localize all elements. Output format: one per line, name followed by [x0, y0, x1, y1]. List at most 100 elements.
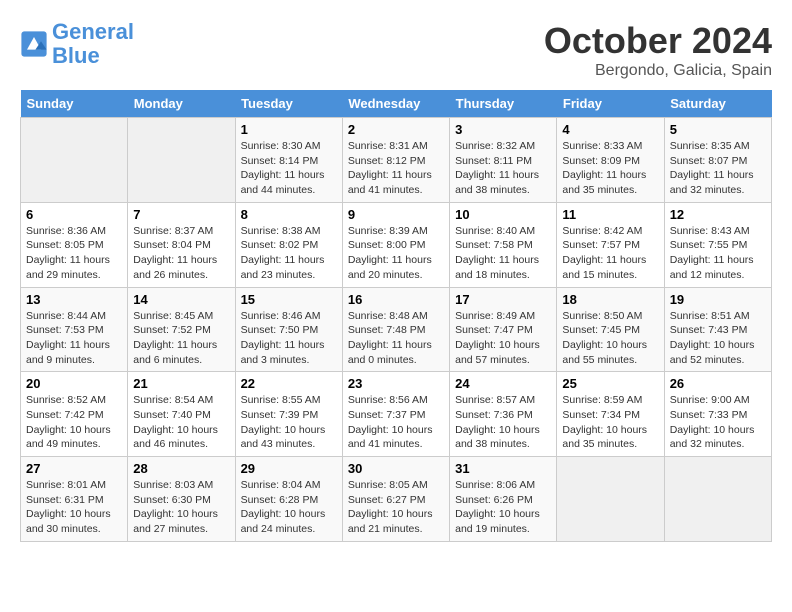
day-info: Sunrise: 8:35 AM Sunset: 8:07 PM Dayligh… [670, 139, 766, 198]
day-info: Sunrise: 8:46 AM Sunset: 7:50 PM Dayligh… [241, 309, 337, 368]
day-cell: 2 Sunrise: 8:31 AM Sunset: 8:12 PM Daylig… [342, 118, 449, 203]
day-number: 15 [241, 292, 337, 307]
day-number: 6 [26, 207, 122, 222]
day-number: 5 [670, 122, 766, 137]
day-number: 16 [348, 292, 444, 307]
day-info: Sunrise: 8:48 AM Sunset: 7:48 PM Dayligh… [348, 309, 444, 368]
day-cell: 21 Sunrise: 8:54 AM Sunset: 7:40 PM Dayli… [128, 372, 235, 457]
day-number: 18 [562, 292, 658, 307]
page-header: General Blue October 2024 Bergondo, Gali… [20, 20, 772, 80]
weekday-header-thursday: Thursday [450, 90, 557, 118]
day-info: Sunrise: 8:03 AM Sunset: 6:30 PM Dayligh… [133, 478, 229, 537]
day-cell [128, 118, 235, 203]
day-number: 30 [348, 461, 444, 476]
day-number: 11 [562, 207, 658, 222]
weekday-header-tuesday: Tuesday [235, 90, 342, 118]
day-number: 29 [241, 461, 337, 476]
weekday-header-sunday: Sunday [21, 90, 128, 118]
day-info: Sunrise: 8:42 AM Sunset: 7:57 PM Dayligh… [562, 224, 658, 283]
day-number: 2 [348, 122, 444, 137]
day-cell: 25Sunrise: 8:59 AM Sunset: 7:34 PM Dayli… [557, 372, 664, 457]
day-info: Sunrise: 8:32 AM Sunset: 8:11 PM Dayligh… [455, 139, 551, 198]
day-number: 1 [241, 122, 337, 137]
day-cell: 17 Sunrise: 8:49 AM Sunset: 7:47 PM Dayli… [450, 287, 557, 372]
weekday-header-saturday: Saturday [664, 90, 771, 118]
day-cell: 1Sunrise: 8:30 AM Sunset: 8:14 PM Daylig… [235, 118, 342, 203]
location: Bergondo, Galicia, Spain [544, 62, 772, 80]
day-info: Sunrise: 8:06 AM Sunset: 6:26 PM Dayligh… [455, 478, 551, 537]
day-cell: 23 Sunrise: 8:56 AM Sunset: 7:37 PM Dayli… [342, 372, 449, 457]
day-cell: 18Sunrise: 8:50 AM Sunset: 7:45 PM Dayli… [557, 287, 664, 372]
weekday-header-row: SundayMondayTuesdayWednesdayThursdayFrid… [21, 90, 772, 118]
day-info: Sunrise: 8:39 AM Sunset: 8:00 PM Dayligh… [348, 224, 444, 283]
day-number: 28 [133, 461, 229, 476]
calendar-table: SundayMondayTuesdayWednesdayThursdayFrid… [20, 90, 772, 542]
week-row-2: 6 Sunrise: 8:36 AM Sunset: 8:05 PM Daylig… [21, 202, 772, 287]
day-cell: 9 Sunrise: 8:39 AM Sunset: 8:00 PM Daylig… [342, 202, 449, 287]
day-info: Sunrise: 8:31 AM Sunset: 8:12 PM Dayligh… [348, 139, 444, 198]
day-cell: 10 Sunrise: 8:40 AM Sunset: 7:58 PM Dayli… [450, 202, 557, 287]
day-cell [21, 118, 128, 203]
week-row-3: 13Sunrise: 8:44 AM Sunset: 7:53 PM Dayli… [21, 287, 772, 372]
day-info: Sunrise: 8:01 AM Sunset: 6:31 PM Dayligh… [26, 478, 122, 537]
logo-line2: Blue [52, 43, 100, 68]
week-row-4: 20 Sunrise: 8:52 AM Sunset: 7:42 PM Dayli… [21, 372, 772, 457]
day-number: 24 [455, 376, 551, 391]
day-cell: 29 Sunrise: 8:04 AM Sunset: 6:28 PM Dayli… [235, 457, 342, 542]
day-info: Sunrise: 8:33 AM Sunset: 8:09 PM Dayligh… [562, 139, 658, 198]
day-number: 10 [455, 207, 551, 222]
weekday-header-monday: Monday [128, 90, 235, 118]
day-cell: 28 Sunrise: 8:03 AM Sunset: 6:30 PM Dayli… [128, 457, 235, 542]
day-number: 21 [133, 376, 229, 391]
day-cell: 22 Sunrise: 8:55 AM Sunset: 7:39 PM Dayli… [235, 372, 342, 457]
day-info: Sunrise: 8:45 AM Sunset: 7:52 PM Dayligh… [133, 309, 229, 368]
logo-icon [20, 30, 48, 58]
day-cell: 6 Sunrise: 8:36 AM Sunset: 8:05 PM Daylig… [21, 202, 128, 287]
day-info: Sunrise: 8:36 AM Sunset: 8:05 PM Dayligh… [26, 224, 122, 283]
day-info: Sunrise: 8:57 AM Sunset: 7:36 PM Dayligh… [455, 393, 551, 452]
weekday-header-friday: Friday [557, 90, 664, 118]
day-cell: 4 Sunrise: 8:33 AM Sunset: 8:09 PM Daylig… [557, 118, 664, 203]
day-number: 17 [455, 292, 551, 307]
day-info: Sunrise: 8:38 AM Sunset: 8:02 PM Dayligh… [241, 224, 337, 283]
month-title: October 2024 [544, 20, 772, 62]
day-info: Sunrise: 8:49 AM Sunset: 7:47 PM Dayligh… [455, 309, 551, 368]
day-cell: 5 Sunrise: 8:35 AM Sunset: 8:07 PM Daylig… [664, 118, 771, 203]
day-number: 13 [26, 292, 122, 307]
day-number: 3 [455, 122, 551, 137]
day-info: Sunrise: 8:52 AM Sunset: 7:42 PM Dayligh… [26, 393, 122, 452]
day-number: 12 [670, 207, 766, 222]
day-cell: 27Sunrise: 8:01 AM Sunset: 6:31 PM Dayli… [21, 457, 128, 542]
title-area: October 2024 Bergondo, Galicia, Spain [544, 20, 772, 80]
day-cell: 24 Sunrise: 8:57 AM Sunset: 7:36 PM Dayli… [450, 372, 557, 457]
day-info: Sunrise: 8:43 AM Sunset: 7:55 PM Dayligh… [670, 224, 766, 283]
logo-line1: General [52, 19, 134, 44]
day-number: 22 [241, 376, 337, 391]
day-number: 14 [133, 292, 229, 307]
day-cell: 15 Sunrise: 8:46 AM Sunset: 7:50 PM Dayli… [235, 287, 342, 372]
day-info: Sunrise: 8:37 AM Sunset: 8:04 PM Dayligh… [133, 224, 229, 283]
day-info: Sunrise: 8:51 AM Sunset: 7:43 PM Dayligh… [670, 309, 766, 368]
day-info: Sunrise: 8:55 AM Sunset: 7:39 PM Dayligh… [241, 393, 337, 452]
week-row-5: 27Sunrise: 8:01 AM Sunset: 6:31 PM Dayli… [21, 457, 772, 542]
day-info: Sunrise: 8:40 AM Sunset: 7:58 PM Dayligh… [455, 224, 551, 283]
day-info: Sunrise: 8:54 AM Sunset: 7:40 PM Dayligh… [133, 393, 229, 452]
day-number: 4 [562, 122, 658, 137]
day-number: 9 [348, 207, 444, 222]
day-cell: 19 Sunrise: 8:51 AM Sunset: 7:43 PM Dayli… [664, 287, 771, 372]
day-number: 19 [670, 292, 766, 307]
day-info: Sunrise: 8:56 AM Sunset: 7:37 PM Dayligh… [348, 393, 444, 452]
day-cell: 16 Sunrise: 8:48 AM Sunset: 7:48 PM Dayli… [342, 287, 449, 372]
weekday-header-wednesday: Wednesday [342, 90, 449, 118]
logo: General Blue [20, 20, 134, 68]
day-cell: 12 Sunrise: 8:43 AM Sunset: 7:55 PM Dayli… [664, 202, 771, 287]
day-info: Sunrise: 8:04 AM Sunset: 6:28 PM Dayligh… [241, 478, 337, 537]
day-number: 31 [455, 461, 551, 476]
day-cell [557, 457, 664, 542]
day-number: 23 [348, 376, 444, 391]
day-cell: 30Sunrise: 8:05 AM Sunset: 6:27 PM Dayli… [342, 457, 449, 542]
day-number: 8 [241, 207, 337, 222]
day-cell: 3 Sunrise: 8:32 AM Sunset: 8:11 PM Daylig… [450, 118, 557, 203]
day-cell: 31 Sunrise: 8:06 AM Sunset: 6:26 PM Dayli… [450, 457, 557, 542]
day-number: 20 [26, 376, 122, 391]
